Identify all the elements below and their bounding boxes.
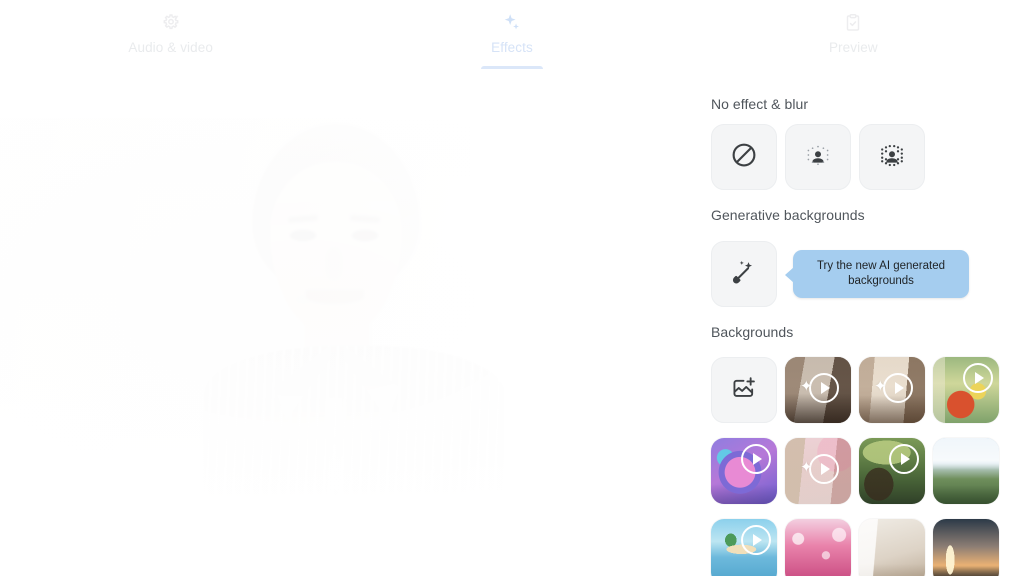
sparkle-play-badge: ✦	[874, 373, 913, 403]
play-icon	[975, 372, 984, 384]
background-thumb-rocket-launch-sunset[interactable]	[933, 519, 999, 576]
background-thumb-tropical-island-beach[interactable]	[711, 519, 777, 576]
no-effect-slash-icon	[729, 140, 759, 175]
tab-label-audio-and-video: Audio & video	[128, 40, 213, 55]
play-icon	[821, 463, 830, 475]
background-thumb-purple-animated-portal[interactable]	[711, 438, 777, 504]
background-thumb-snowy-mountain-lake[interactable]	[933, 438, 999, 504]
sparkles-icon	[501, 11, 523, 35]
blur-icon	[875, 138, 909, 177]
background-thumb-bright-living-room[interactable]	[859, 519, 925, 576]
tooltip-line-1: Try the new AI generated	[816, 260, 946, 272]
play-icon	[753, 453, 762, 465]
thumb-art-detail	[933, 519, 999, 576]
add-background-button[interactable]	[711, 357, 777, 423]
play-icon	[895, 382, 904, 394]
background-thumb-bookshelf-window-room[interactable]: ✦	[785, 357, 851, 423]
section-title-backgrounds: Backgrounds	[711, 324, 794, 340]
play-badge	[963, 363, 993, 393]
top-tab-bar: Audio & video Effects Preview	[0, 0, 1024, 70]
add-image-icon	[730, 374, 758, 407]
nose	[326, 248, 342, 280]
video-self-preview[interactable]	[0, 118, 675, 521]
effects-panel-screen: Audio & video Effects Preview No effect …	[0, 0, 1024, 576]
shirt-button	[333, 490, 339, 496]
background-thumb-cartoon-apple-classroom[interactable]	[933, 357, 999, 423]
tooltip-text: Try the new AI generated backgrounds	[817, 259, 945, 289]
section-title-generative-backgrounds: Generative backgrounds	[711, 207, 865, 223]
tab-label-effects: Effects	[491, 40, 533, 55]
slight-blur-icon	[801, 138, 835, 177]
thumb-art-detail	[933, 438, 999, 504]
gear-sparkle-icon	[160, 11, 182, 35]
tab-label-preview: Preview	[828, 40, 878, 55]
eye-left	[290, 230, 316, 241]
tab-preview[interactable]: Preview	[683, 0, 1024, 69]
section-title-no-effect-blur: No effect & blur	[711, 96, 809, 112]
thumb-art-detail	[859, 519, 925, 576]
sparkle-icon: ✦	[800, 459, 813, 476]
generative-backgrounds-tooltip: Try the new AI generated backgrounds	[785, 250, 969, 298]
effects-options-panel: No effect & blur Generative backgrounds …	[688, 69, 1024, 576]
play-badge	[741, 444, 771, 474]
effect-option-blur[interactable]	[859, 124, 925, 190]
clipboard-check-icon	[842, 11, 864, 35]
sparkle-play-badge: ✦	[800, 454, 839, 484]
sparkle-icon: ✦	[874, 378, 887, 395]
effect-option-slight-blur[interactable]	[785, 124, 851, 190]
play-icon	[901, 453, 910, 465]
effect-option-no-effect[interactable]	[711, 124, 777, 190]
effect-option-generative-background[interactable]	[711, 241, 777, 307]
mouth	[306, 290, 364, 304]
video-stage	[0, 69, 688, 576]
background-thumb-pink-flower-field[interactable]	[785, 519, 851, 576]
magic-wand-icon	[729, 257, 759, 292]
play-badge	[889, 444, 919, 474]
tooltip-arrow-icon	[785, 267, 794, 283]
tab-audio-and-video[interactable]: Audio & video	[0, 0, 341, 69]
play-icon	[753, 534, 762, 546]
person-silhouette	[148, 118, 548, 521]
shirt-placket	[328, 398, 342, 521]
background-thumb-cozy-window-plants-room[interactable]: ✦	[859, 357, 925, 423]
tab-effects[interactable]: Effects	[341, 0, 682, 69]
tooltip-line-2: backgrounds	[848, 275, 914, 287]
sparkle-play-badge: ✦	[800, 373, 839, 403]
play-icon	[821, 382, 830, 394]
background-thumb-japanese-street-blossoms[interactable]: ✦	[785, 438, 851, 504]
eye-right	[352, 230, 378, 241]
thumb-art-detail	[785, 519, 851, 576]
shirt-button	[333, 438, 339, 444]
play-badge	[741, 525, 771, 555]
sparkle-icon: ✦	[800, 378, 813, 395]
background-thumb-fantasy-tree-forest[interactable]	[859, 438, 925, 504]
